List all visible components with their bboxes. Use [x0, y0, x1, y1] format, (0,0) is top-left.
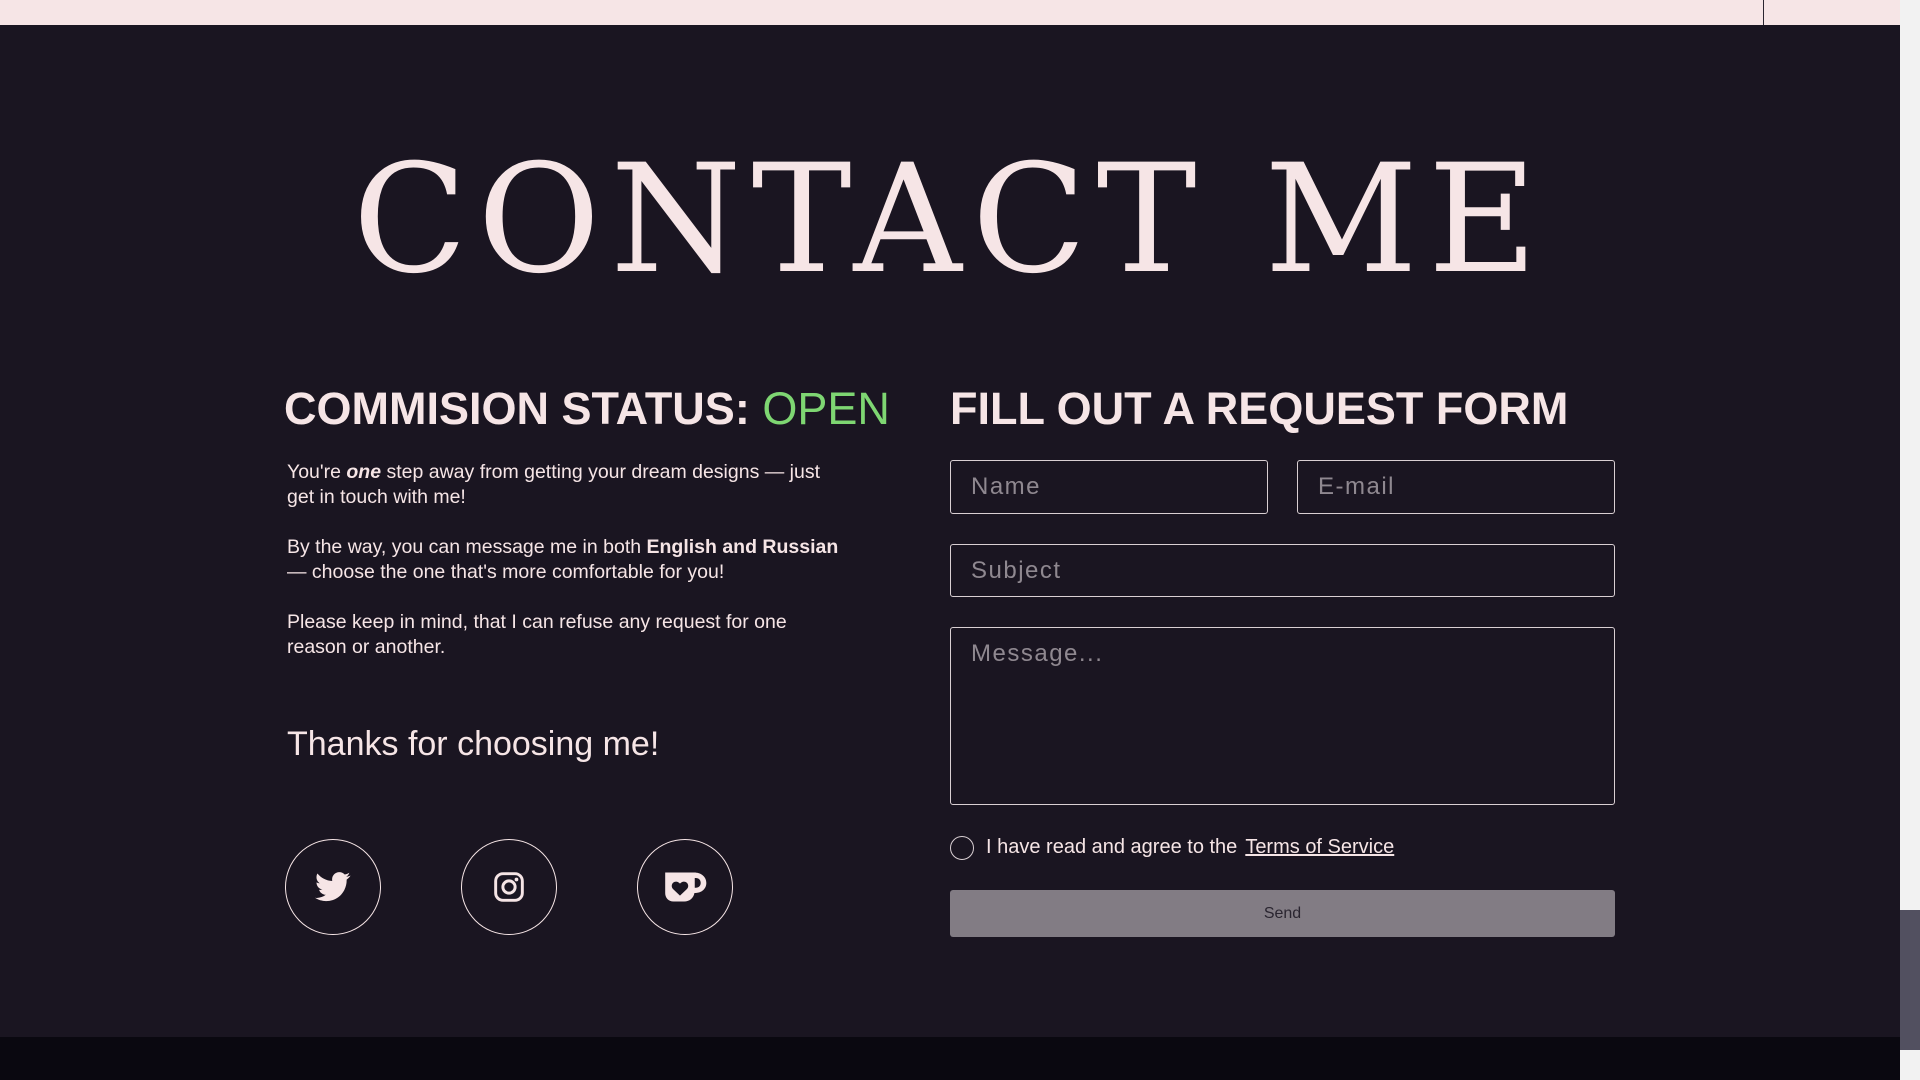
request-form-heading: FILL OUT A REQUEST FORM — [950, 383, 1569, 434]
info-paragraph-1: You're one step away from getting your d… — [287, 460, 847, 510]
page-title: CONTACT ME — [352, 133, 1548, 307]
message-field[interactable] — [950, 627, 1615, 805]
commission-status-value: OPEN — [762, 383, 890, 434]
thanks-message: Thanks for choosing me! — [287, 725, 660, 763]
instagram-link[interactable] — [461, 839, 557, 935]
instagram-camera-icon — [494, 872, 524, 902]
email-field[interactable] — [1297, 460, 1615, 514]
page-footer — [0, 1037, 1900, 1080]
name-field[interactable] — [950, 460, 1268, 514]
terms-checkbox[interactable] — [950, 835, 974, 860]
info-p1-before: You're — [287, 461, 347, 483]
info-p2-strong: English and Russian — [646, 536, 839, 558]
top-navigation-bar — [0, 0, 1900, 25]
top-bar-divider — [1763, 0, 1764, 25]
contact-info-text: You're one step away from getting your d… — [287, 460, 847, 685]
twitter-bird-icon — [315, 872, 351, 902]
info-p1-emphasis: one — [346, 461, 382, 483]
terms-label: I have read and agree to the — [986, 836, 1238, 858]
terms-agreement-row: I have read and agree to the Terms of Se… — [950, 835, 1394, 860]
info-p2-before: By the way, you can message me in both — [287, 536, 647, 558]
scrollbar-thumb[interactable] — [1900, 910, 1920, 1050]
send-button[interactable]: Send — [950, 890, 1615, 937]
kofi-cup-heart-icon — [665, 872, 707, 902]
commission-status-heading: COMMISION STATUS: OPEN — [284, 381, 890, 437]
terms-of-service-link[interactable]: Terms of Service — [1245, 836, 1394, 859]
twitter-link[interactable] — [285, 839, 381, 935]
info-paragraph-2: By the way, you can message me in both E… — [287, 535, 847, 585]
commission-status-label: COMMISION STATUS: — [284, 383, 750, 434]
kofi-link[interactable] — [637, 839, 733, 935]
info-p2-after: — choose the one that's more comfortable… — [287, 561, 725, 583]
info-paragraph-3: Please keep in mind, that I can refuse a… — [287, 611, 787, 658]
subject-field[interactable] — [950, 544, 1615, 597]
